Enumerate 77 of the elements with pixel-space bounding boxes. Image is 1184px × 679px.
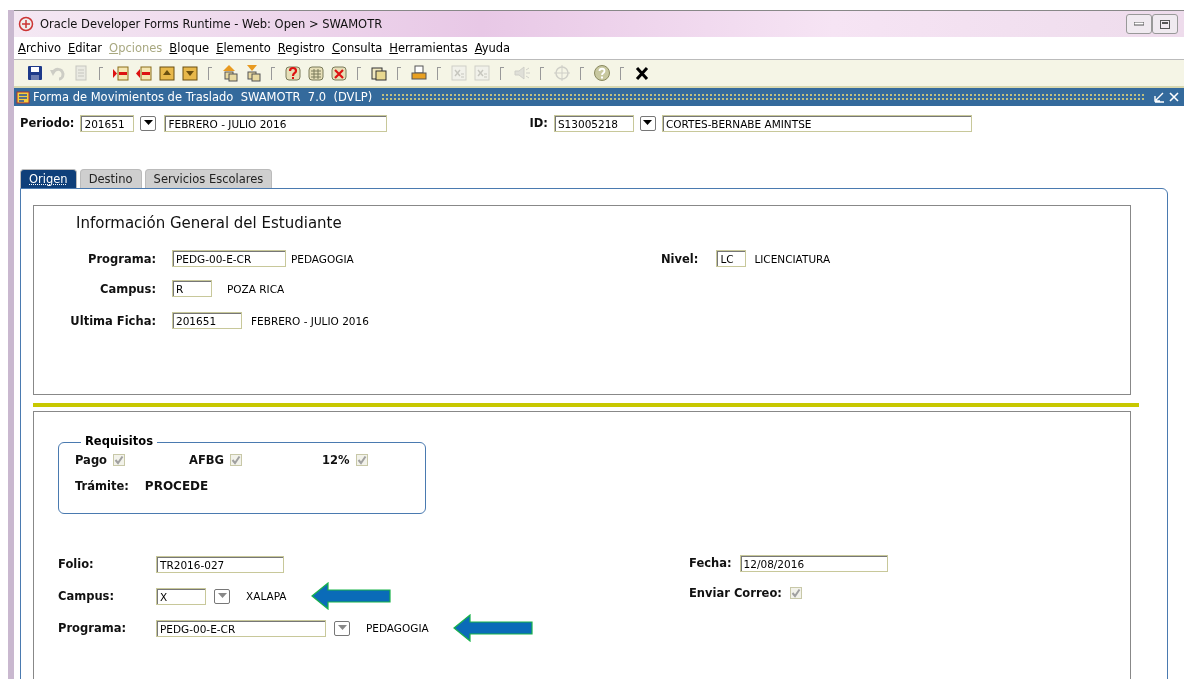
menu-item[interactable]: Elemento: [216, 41, 271, 55]
checkbox-label: 12%: [322, 453, 350, 467]
field-description: XALAPA: [246, 590, 287, 602]
field-label: Nivel:: [661, 251, 699, 266]
save-icon[interactable]: [26, 64, 44, 82]
form-title: Forma de Movimientos de Traslado SWAMOTR 7.0 (DVLP): [33, 90, 373, 104]
field-description: LICENCIATURA: [754, 252, 831, 265]
field-label: Campus:: [98, 281, 156, 296]
menu-item[interactable]: Registro: [277, 41, 325, 55]
menu-item[interactable]: Bloque: [169, 41, 210, 55]
input-field[interactable]: R: [172, 280, 212, 297]
caret-icon: [144, 120, 153, 126]
field-label: Fecha:: [689, 556, 732, 570]
status-value: PROCEDE: [144, 479, 209, 493]
checkbox-label: AFBG: [189, 453, 224, 467]
minimize-icon: [1134, 22, 1144, 26]
field-description: FEBRERO - JULIO 2016: [251, 314, 369, 327]
field-label: Ultima Ficha:: [69, 313, 156, 328]
tab[interactable]: Origen: [20, 169, 77, 188]
database-icon[interactable]: [307, 64, 325, 82]
minimize-icon[interactable]: [1153, 91, 1165, 103]
field-label: Programa:: [58, 621, 127, 635]
field-description: PEDAGOGIA: [291, 252, 354, 265]
app-icon: [18, 16, 34, 32]
form-icon: [16, 90, 30, 104]
menu-item[interactable]: Herramientas: [389, 41, 468, 55]
list-button[interactable]: [140, 115, 157, 131]
tab[interactable]: Servicios Escolares: [144, 169, 273, 188]
caret-icon: [337, 625, 347, 631]
field-label: Programa:: [87, 251, 156, 266]
field-description: PEDAGOGIA: [366, 622, 429, 634]
checkbox-label: Enviar Correo:: [689, 586, 782, 600]
field-description: POZA RICA: [227, 282, 285, 295]
field-label: Campus:: [58, 589, 116, 603]
caret-icon: [217, 593, 227, 599]
delete-database-icon[interactable]: [330, 64, 348, 82]
help-icon[interactable]: [593, 64, 611, 82]
section-title: Información General del Estudiante: [76, 214, 343, 232]
group-title: Requisitos: [81, 434, 158, 448]
input-field[interactable]: S13005218: [553, 114, 634, 132]
field-label: Periodo:: [20, 116, 75, 130]
arrow-icon: [452, 614, 533, 642]
input-field[interactable]: PEDG-00-E-CR: [172, 250, 286, 267]
input-field[interactable]: 201651: [172, 312, 242, 329]
input-field[interactable]: FEBRERO - JULIO 2016: [164, 114, 388, 132]
question-database-icon[interactable]: [284, 64, 302, 82]
input-field[interactable]: LC: [716, 250, 747, 267]
window-title: Oracle Developer Forms Runtime - Web: Open > SWAMOTR: [40, 17, 383, 31]
field-label: ID:: [529, 116, 548, 130]
printer-icon[interactable]: [410, 64, 428, 82]
menu-item[interactable]: Archivo: [18, 41, 61, 55]
down-arrow-boxes-icon[interactable]: [244, 64, 262, 82]
insert-record-icon[interactable]: [112, 64, 130, 82]
tab[interactable]: Destino: [79, 169, 142, 188]
copy-icon[interactable]: [370, 64, 388, 82]
arrow-icon: [310, 582, 391, 610]
field-label: Folio:: [58, 557, 95, 571]
menu-item[interactable]: Ayuda: [474, 41, 511, 55]
maximize-button[interactable]: [1152, 14, 1178, 34]
down-tray-icon[interactable]: [181, 64, 199, 82]
close-icon[interactable]: [633, 64, 651, 82]
up-tray-icon[interactable]: [158, 64, 176, 82]
input-field[interactable]: 12/08/2016: [739, 554, 888, 572]
remove-record-icon[interactable]: [135, 64, 153, 82]
input-field[interactable]: PEDG-00-E-CR: [156, 619, 326, 637]
list-button[interactable]: [639, 115, 656, 131]
input-field[interactable]: TR2016-027: [156, 555, 284, 573]
input-field[interactable]: 201651: [80, 114, 135, 132]
menu-item[interactable]: Consulta: [331, 41, 383, 55]
input-field[interactable]: X: [156, 587, 206, 605]
checkbox-label: Pago: [75, 453, 107, 467]
maximize-icon: [1160, 19, 1170, 29]
input-field[interactable]: CORTES-BERNABE AMINTSE: [661, 114, 972, 132]
menu-item[interactable]: Editar: [68, 41, 103, 55]
caret-icon: [643, 120, 653, 126]
up-arrow-boxes-icon[interactable]: [221, 64, 239, 82]
field-label: Trámite:: [75, 479, 129, 493]
